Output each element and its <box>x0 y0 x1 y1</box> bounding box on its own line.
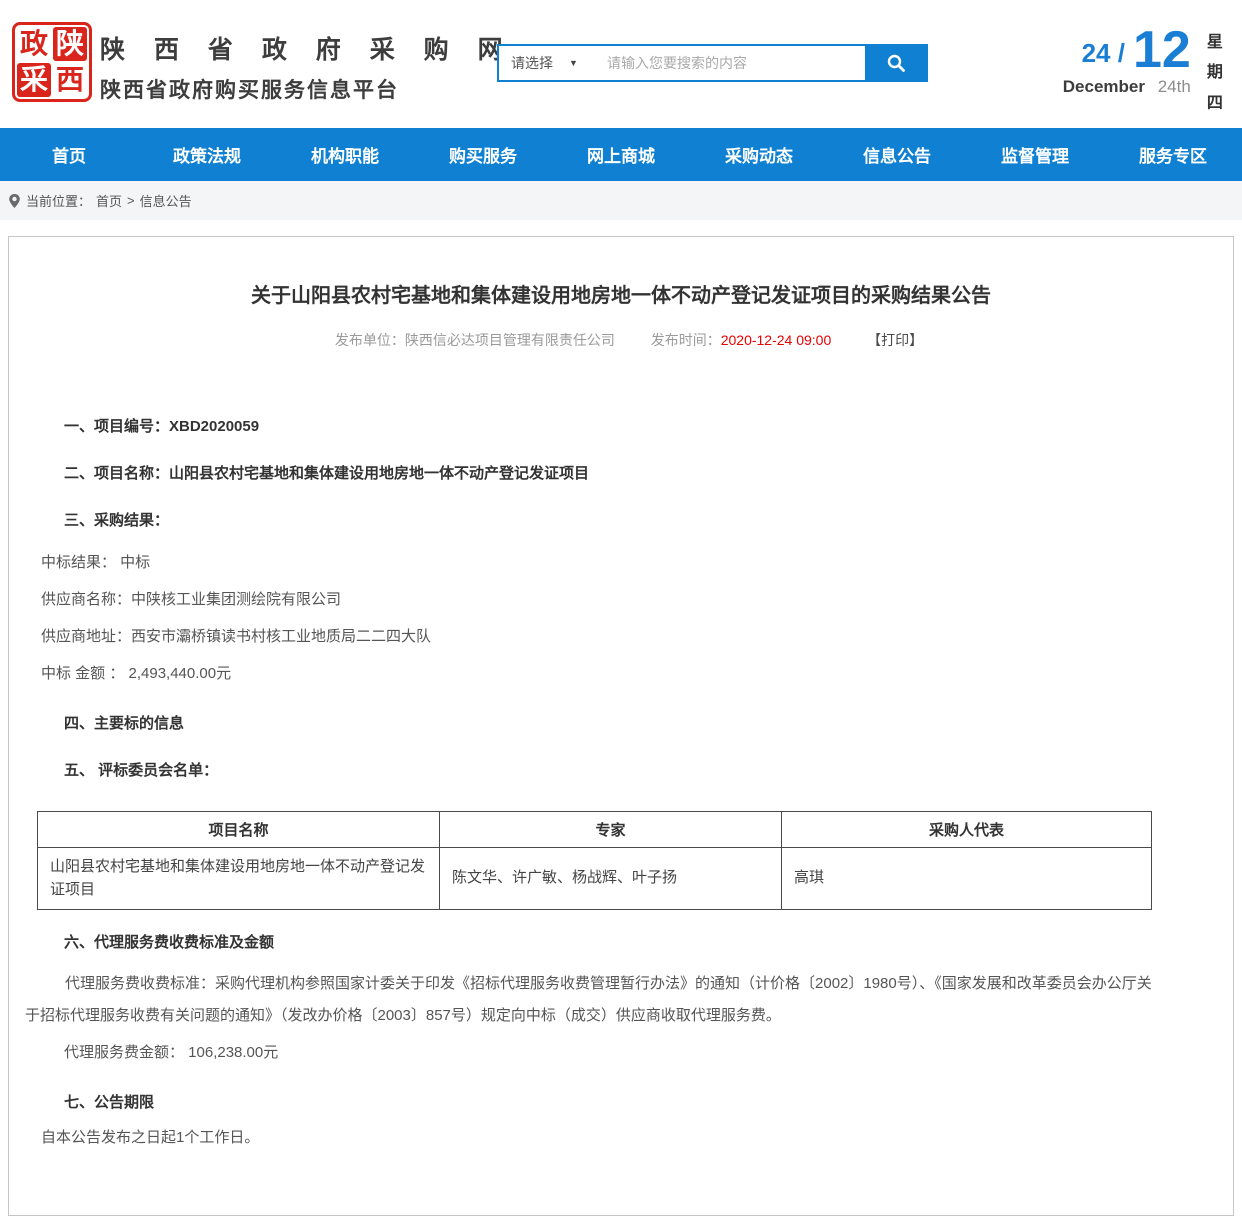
cell-purchaser-rep: 高琪 <box>782 848 1152 910</box>
search-select-label: 请选择 <box>511 53 553 73</box>
nav-item-notices[interactable]: 信息公告 <box>828 128 966 181</box>
section-project-name: 二、项目名称：山阳县农村宅基地和集体建设用地房地一体不动产登记发证项目 <box>64 449 1233 496</box>
search-input[interactable] <box>599 46 865 80</box>
article-title: 关于山阳县农村宅基地和集体建设用地房地一体不动产登记发证项目的采购结果公告 <box>9 279 1233 308</box>
location-pin-icon <box>8 193 21 209</box>
section-project-number: 一、项目编号：XBD2020059 <box>64 402 1233 449</box>
site-titles: 陕 西 省 政 府 采 购 网 陕西省政府购买服务信息平台 <box>100 30 514 104</box>
nav-item-mall[interactable]: 网上商城 <box>552 128 690 181</box>
nav-item-purchase[interactable]: 购买服务 <box>414 128 552 181</box>
search-category-select[interactable]: 请选择 ▼ <box>499 46 599 80</box>
committee-table: 项目名称 专家 采购人代表 山阳县农村宅基地和集体建设用地房地一体不动产登记发证… <box>37 811 1152 910</box>
section-main-subject-info: 四、主要标的信息 <box>64 699 1233 746</box>
date-weekday: 星期四 <box>1207 26 1226 119</box>
content-panel: 关于山阳县农村宅基地和集体建设用地房地一体不动产登记发证项目的采购结果公告 发布… <box>8 236 1234 1216</box>
date-month-number: 12 <box>1133 26 1191 75</box>
table-header-project-name: 项目名称 <box>38 812 440 848</box>
logo-char: 西 <box>53 63 87 97</box>
date-day: 24 / <box>1082 38 1125 75</box>
supplier-address-line: 供应商地址：西安市灞桥镇读书村核工业地质局二二四大队 <box>41 617 1233 654</box>
cell-project-name: 山阳县农村宅基地和集体建设用地房地一体不动产登记发证项目 <box>38 848 440 910</box>
nav-item-news[interactable]: 采购动态 <box>690 128 828 181</box>
breadcrumb-separator: > <box>127 193 135 208</box>
nav-item-home[interactable]: 首页 <box>0 128 138 181</box>
search-icon <box>886 53 906 73</box>
article-meta: 发布单位：陕西信必达项目管理有限责任公司 发布时间：2020-12-24 09:… <box>9 330 1233 350</box>
table-header-experts: 专家 <box>440 812 782 848</box>
notice-period-line: 自本公告发布之日起1个工作日。 <box>41 1118 1233 1155</box>
date-month-name: December <box>1063 77 1145 96</box>
date-ordinal: 24th <box>1158 77 1191 96</box>
nav-item-policies[interactable]: 政策法规 <box>138 128 276 181</box>
breadcrumb: 当前位置： 首页 > 信息公告 <box>0 181 1242 220</box>
logo-char: 采 <box>17 63 51 97</box>
publish-time: 发布时间：2020-12-24 09:00 <box>651 332 832 348</box>
site-header: 政 陕 采 西 陕 西 省 政 府 采 购 网 陕西省政府购买服务信息平台 请选… <box>0 0 1242 128</box>
publisher-label: 发布单位：陕西信必达项目管理有限责任公司 <box>335 332 615 348</box>
nav-item-services[interactable]: 服务专区 <box>1104 128 1242 181</box>
nav-item-supervision[interactable]: 监督管理 <box>966 128 1104 181</box>
cell-experts: 陈文华、许广敏、杨战辉、叶子扬 <box>440 848 782 910</box>
date-block: 24 / 12 December 24th <box>1063 26 1191 119</box>
supplier-name-line: 供应商名称：中陕核工业集团测绘院有限公司 <box>41 580 1233 617</box>
search-button[interactable] <box>865 46 926 80</box>
section-procurement-result: 三、采购结果： <box>64 496 1233 543</box>
bid-result-line: 中标结果： 中标 <box>41 543 1233 580</box>
article-body: 一、项目编号：XBD2020059 二、项目名称：山阳县农村宅基地和集体建设用地… <box>9 402 1233 1155</box>
breadcrumb-current[interactable]: 信息公告 <box>140 191 192 210</box>
table-header-row: 项目名称 专家 采购人代表 <box>38 812 1152 848</box>
section-notice-period: 七、公告期限 <box>64 1078 1233 1118</box>
logo-char: 政 <box>17 27 51 61</box>
breadcrumb-home-link[interactable]: 首页 <box>96 191 122 210</box>
site-logo: 政 陕 采 西 <box>12 22 92 102</box>
site-title: 陕 西 省 政 府 采 购 网 <box>100 30 514 66</box>
print-button[interactable]: 【打印】 <box>867 332 923 348</box>
breadcrumb-prefix: 当前位置： <box>26 191 91 210</box>
logo-char: 陕 <box>53 27 87 61</box>
nav-item-functions[interactable]: 机构职能 <box>276 128 414 181</box>
date-widget: 24 / 12 December 24th 星期四 <box>1063 26 1226 119</box>
search-bar: 请选择 ▼ <box>497 44 928 82</box>
publish-time-label: 发布时间： <box>651 332 721 348</box>
agency-fee-amount-line: 代理服务费金额： 106,238.00元 <box>64 1033 1233 1070</box>
chevron-down-icon: ▼ <box>569 58 578 68</box>
bid-amount-line: 中标 金额 ： 2,493,440.00元 <box>41 654 1233 691</box>
site-subtitle: 陕西省政府购买服务信息平台 <box>100 74 514 104</box>
table-row: 山阳县农村宅基地和集体建设用地房地一体不动产登记发证项目 陈文华、许广敏、杨战辉… <box>38 848 1152 910</box>
section-committee-list: 五、 评标委员会名单： <box>64 746 1233 793</box>
section-agency-fee: 六、代理服务费收费标准及金额 <box>64 918 1233 952</box>
main-nav: 首页 政策法规 机构职能 购买服务 网上商城 采购动态 信息公告 监督管理 服务… <box>0 128 1242 181</box>
publish-time-value: 2020-12-24 09:00 <box>721 332 832 348</box>
table-header-purchaser-rep: 采购人代表 <box>782 812 1152 848</box>
